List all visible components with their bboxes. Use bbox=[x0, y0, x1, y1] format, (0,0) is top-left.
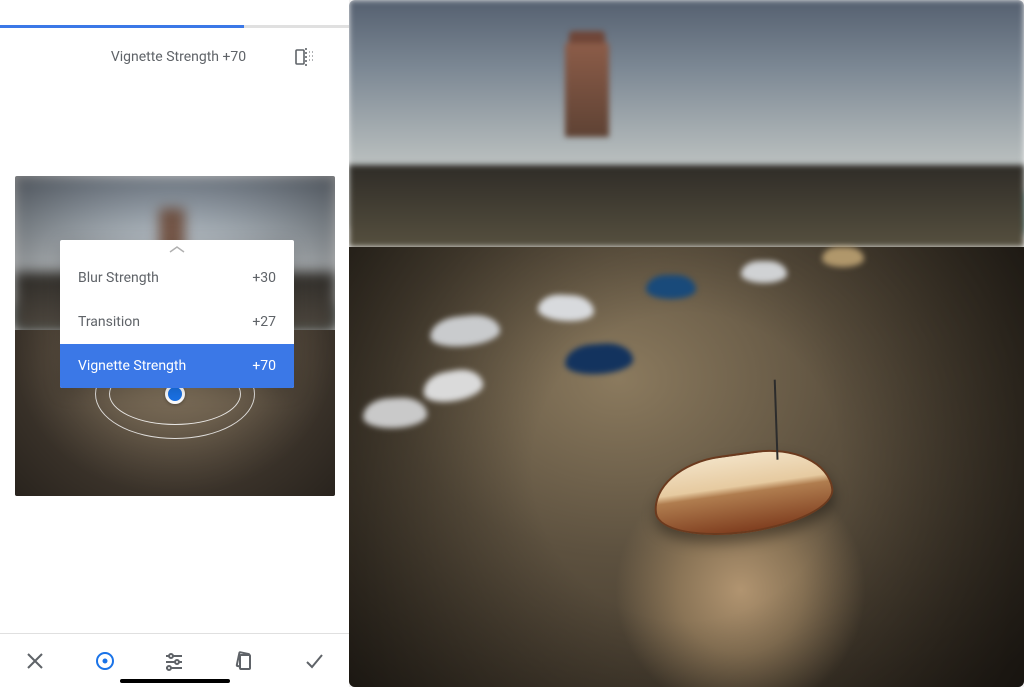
header-row: Vignette Strength +70 bbox=[0, 28, 349, 86]
param-value: +30 bbox=[252, 270, 276, 286]
param-row-transition[interactable]: Transition +27 bbox=[60, 300, 294, 344]
param-row-vignette-strength[interactable]: Vignette Strength +70 bbox=[60, 344, 294, 388]
close-button[interactable] bbox=[15, 641, 55, 681]
param-value: +70 bbox=[252, 358, 276, 374]
chevron-up-icon[interactable] bbox=[60, 240, 294, 256]
current-parameter-label: Vignette Strength +70 bbox=[62, 49, 295, 65]
param-label: Vignette Strength bbox=[78, 358, 186, 374]
home-indicator[interactable] bbox=[120, 679, 230, 683]
param-label: Transition bbox=[78, 314, 140, 330]
compare-icon[interactable] bbox=[295, 46, 317, 68]
focus-tool-button[interactable] bbox=[85, 641, 125, 681]
param-row-blur-strength[interactable]: Blur Strength +30 bbox=[60, 256, 294, 300]
styles-tool-button[interactable] bbox=[224, 641, 264, 681]
result-preview bbox=[349, 0, 1024, 687]
apply-button[interactable] bbox=[294, 641, 334, 681]
param-value: +27 bbox=[252, 314, 276, 330]
adjust-tool-button[interactable] bbox=[154, 641, 194, 681]
parameter-popup: Blur Strength +30 Transition +27 Vignette St… bbox=[60, 240, 294, 388]
param-label: Blur Strength bbox=[78, 270, 159, 286]
editor-panel: Vignette Strength +70 bbox=[0, 0, 349, 687]
